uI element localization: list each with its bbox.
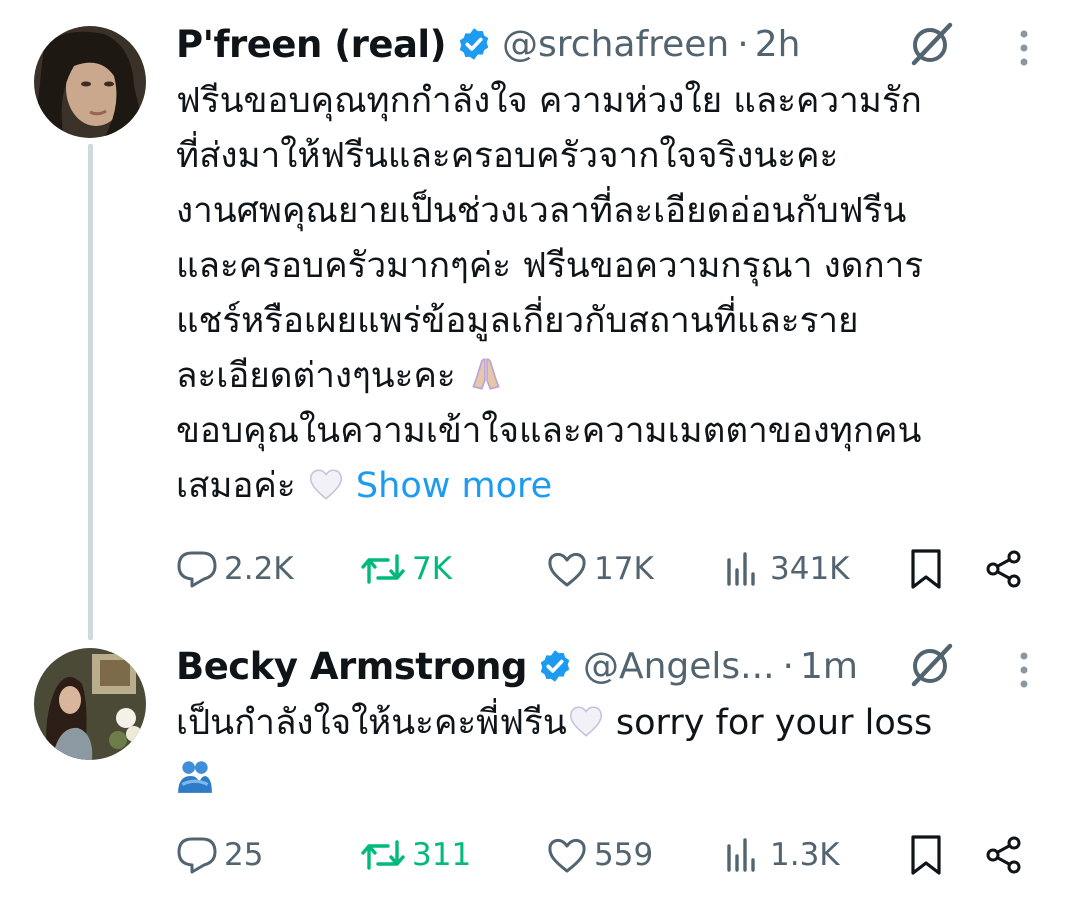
- share-button[interactable]: [984, 830, 1030, 880]
- verified-badge-icon: [540, 650, 570, 682]
- tweet-actions: 25 311 559 1.3K: [176, 830, 1036, 880]
- verified-badge-icon: [459, 28, 489, 60]
- tweet-line: ขอบคุณในความเข้าใจและความเมตตาของทุกคน: [176, 411, 922, 451]
- repost-icon: [361, 840, 405, 870]
- heart-icon: [548, 553, 586, 587]
- views-count: 1.3K: [770, 837, 840, 873]
- avatar[interactable]: [34, 648, 146, 760]
- grok-icon[interactable]: [906, 19, 956, 69]
- views-button[interactable]: 1.3K: [724, 830, 840, 880]
- tweet-text: เป็นกำลังใจให้นะคะพี่ฟรีน sorry for your…: [176, 696, 1080, 806]
- tweet-line: เป็นกำลังใจให้นะคะพี่ฟรีน: [176, 703, 567, 743]
- tweet-text: ฟรีนขอบคุณทุกกำลังใจ ความห่วงใย และความร…: [176, 74, 1080, 514]
- reply-count: 25: [224, 837, 264, 873]
- thread-connector-line: [88, 144, 93, 640]
- tweet-1[interactable]: P'freen (real) @srchafreen · 2h ฟรีนขอบค…: [176, 16, 1080, 514]
- views-button[interactable]: 341K: [724, 544, 850, 594]
- like-count: 559: [594, 837, 654, 873]
- reply-count: 2.2K: [224, 551, 294, 587]
- reply-icon: [177, 551, 217, 588]
- separator-dot: ·: [737, 23, 749, 65]
- timestamp[interactable]: 1m: [800, 646, 858, 687]
- avatar[interactable]: [34, 26, 146, 138]
- people-hugging-emoji: [178, 761, 212, 793]
- show-more-link[interactable]: Show more: [356, 466, 552, 506]
- bookmark-icon: [911, 549, 941, 589]
- heart-icon: [548, 839, 586, 873]
- tweet-line: และครอบครัวมากๆค่ะ ฟรีนขอความกรุณา งดการ: [176, 246, 924, 286]
- like-button[interactable]: 559: [546, 830, 653, 880]
- bookmark-button[interactable]: [908, 830, 950, 880]
- reply-button[interactable]: 25: [176, 830, 263, 880]
- reply-icon: [177, 837, 217, 874]
- share-icon: [986, 836, 1021, 874]
- repost-button[interactable]: 7K: [360, 544, 452, 594]
- user-handle[interactable]: @srchafreen: [502, 24, 729, 65]
- tweet-line: ที่ส่งมาให้ฟรีนและครอบครัวจากใจจริงนะคะ: [176, 136, 839, 176]
- reply-button[interactable]: 2.2K: [176, 544, 294, 594]
- share-icon: [986, 550, 1021, 588]
- bookmark-button[interactable]: [908, 544, 950, 594]
- repost-count: 7K: [412, 551, 453, 587]
- white-heart-emoji: [569, 706, 602, 737]
- timestamp[interactable]: 2h: [755, 24, 801, 65]
- display-name[interactable]: Becky Armstrong: [176, 645, 527, 688]
- views-icon: [727, 552, 755, 586]
- views-icon: [727, 838, 755, 872]
- user-handle[interactable]: @Angels...: [583, 646, 775, 687]
- tweet-line: ฟรีนขอบคุณทุกกำลังใจ ความห่วงใย และความร…: [176, 81, 922, 121]
- views-count: 341K: [770, 551, 850, 587]
- folded-hands-emoji: [472, 358, 500, 390]
- repost-count: 311: [412, 837, 472, 873]
- tweet-line: ละเอียดต่างๆนะคะ: [176, 356, 456, 396]
- tweet-line: sorry for your loss: [604, 703, 933, 743]
- tweet-actions: 2.2K 7K 17K 341K: [176, 544, 1036, 594]
- white-heart-emoji: [309, 469, 342, 500]
- tweet-line: เสมอค่ะ: [176, 466, 296, 506]
- tweet-line: งานศพคุณยายเป็นช่วงเวลาที่ละเอียดอ่อนกับ…: [176, 191, 907, 231]
- display-name[interactable]: P'freen (real): [176, 23, 447, 66]
- like-count: 17K: [594, 551, 654, 587]
- bookmark-icon: [911, 835, 941, 875]
- share-button[interactable]: [984, 544, 1030, 594]
- repost-button[interactable]: 311: [360, 830, 471, 880]
- tweet-line: แชร์หรือเผยแพร่ข้อมูลเกี่ยวกับสถานที่และ…: [176, 301, 859, 341]
- separator-dot: ·: [782, 645, 794, 687]
- more-options-icon[interactable]: [1018, 650, 1030, 690]
- grok-icon[interactable]: [906, 640, 956, 690]
- like-button[interactable]: 17K: [546, 544, 654, 594]
- more-options-icon[interactable]: [1018, 28, 1030, 68]
- repost-icon: [361, 554, 405, 584]
